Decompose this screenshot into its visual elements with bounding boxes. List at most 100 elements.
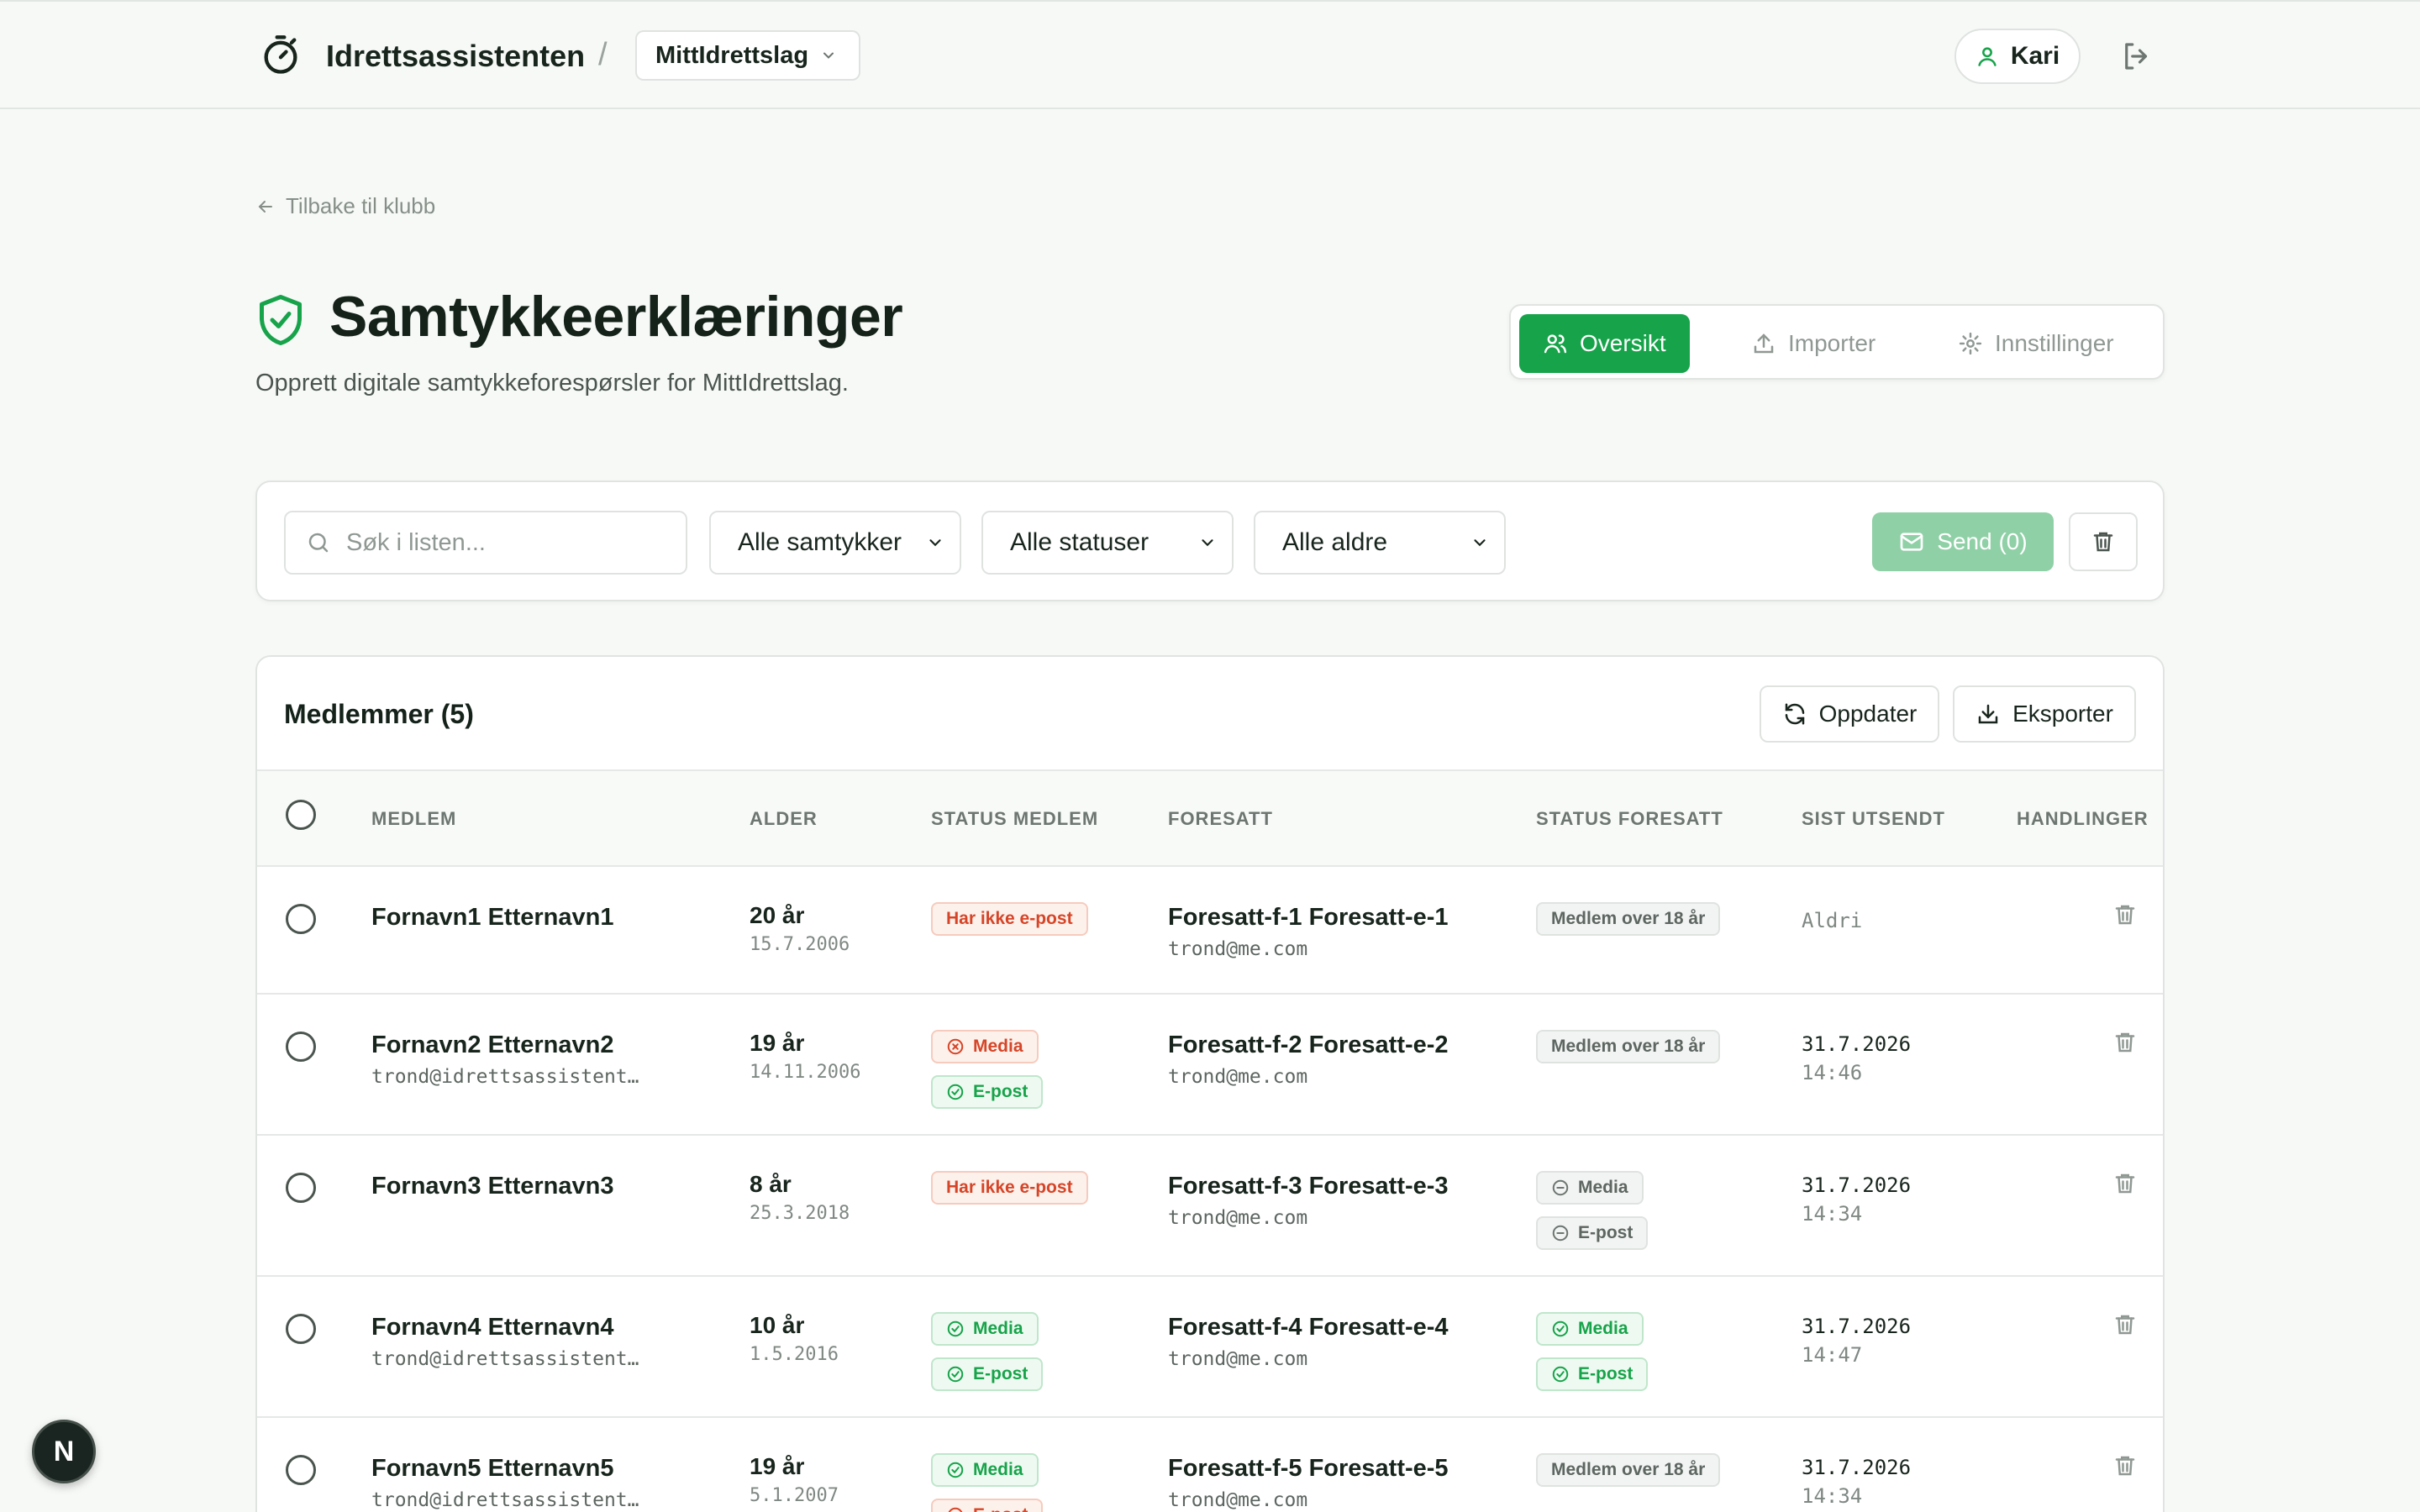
chevron-down-icon: [1202, 539, 1213, 547]
export-button-label: Eksporter: [2012, 701, 2113, 727]
member-status-cell: Har ikke e-post: [931, 1171, 1088, 1205]
status-badge: Media: [931, 1030, 1039, 1063]
trash-icon: [2093, 532, 2113, 552]
guardian-name: Foresatt-f-2 Foresatt-e-2: [1168, 1032, 1449, 1058]
search-field[interactable]: [284, 511, 687, 575]
trash-icon[interactable]: [2112, 1452, 2138, 1480]
member-name[interactable]: Fornavn1 Etternavn1: [371, 904, 613, 932]
trash-icon[interactable]: [2112, 900, 2138, 929]
guardian-status-cell: Medlem over 18 år: [1536, 1030, 1721, 1063]
send-button-label: Send (0): [1937, 528, 2028, 554]
member-name[interactable]: Fornavn4 Etternavn4: [371, 1314, 639, 1341]
table-row: Fornavn5 Etternavn5 trond@idrettsassiste…: [257, 1418, 2163, 1512]
status-filter-value: Alle statuser: [1010, 528, 1150, 556]
col-header-guardian-status: STATUS FORESATT: [1536, 808, 1723, 829]
member-name[interactable]: Fornavn5 Etternavn5: [371, 1455, 639, 1483]
minus-circle-icon: [1551, 1224, 1570, 1242]
row-select-radio[interactable]: [286, 1032, 316, 1062]
refresh-button[interactable]: Oppdater: [1760, 685, 1939, 743]
x-circle-icon: [946, 1506, 965, 1512]
age-cell: 19 år 14.11.2006: [750, 1030, 860, 1083]
filter-bar: Alle samtykker Alle statuser Alle aldre …: [255, 480, 2165, 601]
last-sent-date: 31.7.2026: [1802, 1456, 1912, 1479]
status-badge: E-post: [1536, 1216, 1649, 1250]
page-subtitle: Opprett digitale samtykkeforespørsler fo…: [255, 370, 849, 396]
member-birthdate: 25.3.2018: [750, 1203, 850, 1224]
breadcrumb-separator: /: [598, 37, 608, 72]
last-sent-cell: 31.7.2026 14:34: [1802, 1171, 1911, 1228]
gear-icon: [1959, 332, 1982, 355]
col-header-member-status: STATUS MEDLEM: [931, 808, 1099, 829]
last-sent-date: 31.7.2026: [1802, 1173, 1912, 1197]
row-select-radio[interactable]: [286, 1314, 316, 1344]
arrow-left-icon: [258, 200, 272, 213]
guardian-cell: Foresatt-f-4 Foresatt-e-4 trond@me.com: [1168, 1314, 1449, 1370]
col-header-member: MEDLEM: [371, 808, 457, 829]
search-icon: [308, 533, 329, 553]
consent-filter-select[interactable]: Alle samtykker: [709, 511, 961, 575]
status-badge: Media: [1536, 1312, 1644, 1346]
search-input[interactable]: [346, 528, 666, 557]
club-selector[interactable]: MittIdrettslag: [635, 30, 860, 81]
user-menu-button[interactable]: Kari: [1954, 29, 2081, 84]
tab-importer[interactable]: Importer: [1751, 314, 1876, 373]
upload-icon: [1754, 333, 1774, 354]
row-select-radio[interactable]: [286, 1455, 316, 1485]
guardian-status-cell: Medlem over 18 år: [1536, 902, 1721, 936]
row-select-radio[interactable]: [286, 904, 316, 934]
tab-oversikt[interactable]: Oversikt: [1519, 314, 1690, 373]
check-circle-icon: [946, 1365, 965, 1383]
status-badge: Media: [1536, 1171, 1644, 1205]
guardian-cell: Foresatt-f-3 Foresatt-e-3 trond@me.com: [1168, 1173, 1449, 1229]
back-link[interactable]: Tilbake til klubb: [255, 193, 435, 219]
last-sent-cell: 31.7.2026 14:34: [1802, 1453, 1911, 1510]
tab-innstillinger-label: Innstillinger: [1995, 330, 2114, 356]
tab-importer-label: Importer: [1788, 330, 1876, 356]
member-name[interactable]: Fornavn3 Etternavn3: [371, 1173, 613, 1200]
brand-name[interactable]: Idrettsassistenten: [326, 39, 585, 74]
select-all-radio[interactable]: [286, 800, 316, 830]
row-select-radio[interactable]: [286, 1173, 316, 1203]
member-email: trond@idrettsassistent…: [371, 1489, 639, 1511]
table-header: MEDLEM ALDER STATUS MEDLEM FORESATT STAT…: [257, 769, 2163, 867]
last-sent-date: Aldri: [1802, 909, 1863, 932]
guardian-status-cell: Media E-post: [1536, 1312, 1649, 1391]
export-button[interactable]: Eksporter: [1953, 685, 2136, 743]
stopwatch-icon: [264, 35, 297, 74]
last-sent-date: 31.7.2026: [1802, 1315, 1912, 1338]
age-filter-select[interactable]: Alle aldre: [1254, 511, 1506, 575]
last-sent-time: 14:46: [1802, 1061, 1863, 1084]
guardian-cell: Foresatt-f-2 Foresatt-e-2 trond@me.com: [1168, 1032, 1449, 1088]
member-birthdate: 15.7.2006: [750, 934, 850, 955]
tab-innstillinger[interactable]: Innstillinger: [1958, 314, 2114, 373]
trash-icon[interactable]: [2112, 1169, 2138, 1198]
chevron-down-icon: [823, 52, 834, 59]
trash-icon[interactable]: [2112, 1028, 2138, 1057]
members-table-card: Medlemmer (5) Oppdater Eksporter MEDLEM …: [255, 655, 2165, 1512]
status-filter-select[interactable]: Alle statuser: [981, 511, 1234, 575]
age-cell: 20 år 15.7.2006: [750, 902, 850, 955]
member-name[interactable]: Fornavn2 Etternavn2: [371, 1032, 639, 1059]
delete-selected-button[interactable]: [2069, 512, 2138, 571]
dev-tools-badge[interactable]: N: [32, 1420, 96, 1483]
status-badge: E-post: [1536, 1357, 1649, 1391]
club-selector-label: MittIdrettslag: [655, 41, 809, 69]
check-circle-icon: [946, 1461, 965, 1479]
status-badge: Har ikke e-post: [931, 1171, 1088, 1205]
member-cell: Fornavn4 Etternavn4 trond@idrettsassiste…: [371, 1314, 639, 1370]
refresh-icon: [1785, 703, 1804, 725]
status-badge: E-post: [931, 1499, 1044, 1512]
guardian-name: Foresatt-f-5 Foresatt-e-5: [1168, 1455, 1449, 1482]
send-button[interactable]: Send (0): [1872, 512, 2054, 571]
col-header-actions: HANDLINGER: [2017, 808, 2149, 829]
member-status-cell: Media E-post: [931, 1030, 1044, 1109]
age-cell: 8 år 25.3.2018: [750, 1171, 850, 1224]
trash-icon[interactable]: [2112, 1310, 2138, 1339]
member-status-cell: Har ikke e-post: [931, 902, 1088, 936]
member-email: trond@idrettsassistent…: [371, 1348, 639, 1370]
page-title: Samtykkeerklæringer: [329, 285, 903, 349]
member-birthdate: 1.5.2016: [750, 1344, 839, 1365]
logout-icon[interactable]: [2119, 39, 2154, 74]
guardian-email: trond@me.com: [1168, 1348, 1308, 1370]
member-email: trond@idrettsassistent…: [371, 1066, 639, 1088]
